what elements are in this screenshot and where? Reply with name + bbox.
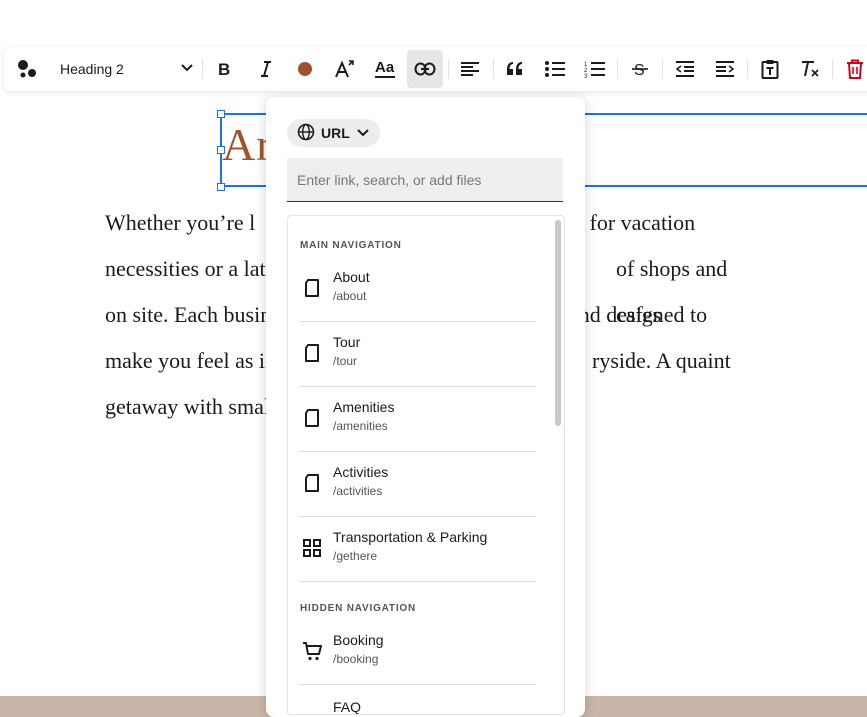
text-style-dropdown[interactable]: Heading 2 <box>52 54 194 84</box>
body-line-left: getaway with small <box>105 394 277 419</box>
italic-icon[interactable] <box>252 56 278 82</box>
numbered-list-icon[interactable]: 123 <box>582 56 608 82</box>
body-line-right: g for vacation <box>573 210 696 235</box>
section-label-hidden-navigation: HIDDEN NAVIGATION <box>300 603 417 614</box>
grid-icon <box>303 539 321 557</box>
strikethrough-icon[interactable]: S <box>627 56 653 82</box>
list-item-path: /amenities <box>333 419 388 433</box>
toolbar-divider <box>832 59 833 79</box>
list-item[interactable]: Transportation & Parking /gethere <box>300 517 536 582</box>
list-item-title: Activities <box>333 464 389 480</box>
body-line-left: on site. Each busine <box>105 302 281 327</box>
link-type-label: URL <box>321 125 350 141</box>
bold-icon[interactable]: B <box>211 56 237 82</box>
list-item-path: /gethere <box>333 549 378 563</box>
scrollbar[interactable] <box>555 220 561 426</box>
body-line-left: necessities or a late- <box>105 256 283 281</box>
list-item-title: Transportation & Parking <box>333 529 488 545</box>
font-size-icon[interactable] <box>332 56 358 82</box>
page-icon <box>305 409 319 427</box>
toolbar-divider <box>493 59 494 79</box>
chevron-down-icon <box>180 60 194 79</box>
list-item[interactable]: Tour /tour <box>300 322 536 387</box>
toolbar-divider <box>448 59 449 79</box>
toolbar-divider <box>747 59 748 79</box>
page-icon <box>305 474 319 492</box>
list-item-title: About <box>333 269 370 285</box>
page-icon <box>305 344 319 362</box>
blocks-menu-icon[interactable] <box>14 56 40 82</box>
bulleted-list-icon[interactable] <box>542 56 568 82</box>
chevron-down-icon <box>356 125 370 142</box>
body-line-right: ryside. A quaint <box>592 348 731 373</box>
svg-text:B: B <box>218 60 230 78</box>
svg-text:Aa: Aa <box>375 59 395 76</box>
svg-text:3: 3 <box>584 74 588 78</box>
text-format-icon[interactable]: Aa <box>372 56 398 82</box>
globe-icon <box>297 123 315 144</box>
cart-icon <box>303 642 322 661</box>
indent-icon[interactable] <box>712 56 738 82</box>
link-type-dropdown[interactable]: URL <box>287 119 380 147</box>
outdent-icon[interactable] <box>672 56 698 82</box>
toolbar-divider <box>617 59 618 79</box>
list-item-title: Booking <box>333 632 384 648</box>
toolbar-divider <box>202 59 203 79</box>
link-icon[interactable] <box>407 50 443 88</box>
text-style-label: Heading 2 <box>60 61 124 77</box>
list-item-title: Tour <box>333 334 361 350</box>
list-item[interactable]: About /about <box>300 257 536 322</box>
list-item[interactable]: FAQ <box>300 685 536 715</box>
list-item-path: /tour <box>333 354 358 368</box>
link-results-list[interactable]: MAIN NAVIGATION About /about Tour /tour … <box>287 215 565 715</box>
list-item-path: /about <box>333 289 367 303</box>
list-item-path: /activities <box>333 484 383 498</box>
body-line-left: make you feel as if y <box>105 348 289 373</box>
body-line-left: Whether you’re l <box>105 210 256 235</box>
editor-toolbar: Heading 2 B Aa 123 S <box>4 47 867 91</box>
resize-handle[interactable] <box>217 183 225 191</box>
align-left-icon[interactable] <box>457 56 483 82</box>
list-item-title: Amenities <box>333 399 395 415</box>
paste-plain-text-icon[interactable] <box>757 56 783 82</box>
quote-icon[interactable] <box>502 56 528 82</box>
link-popover: URL MAIN NAVIGATION About /about Tour /t… <box>266 97 585 717</box>
text-color-swatch[interactable] <box>292 56 318 82</box>
list-item[interactable]: Activities /activities <box>300 452 536 517</box>
clear-formatting-icon[interactable] <box>797 56 823 82</box>
toolbar-divider <box>662 59 663 79</box>
link-search-input[interactable] <box>287 158 563 202</box>
section-label-main-navigation: MAIN NAVIGATION <box>300 240 402 251</box>
body-line-right: and designed to <box>569 302 708 327</box>
heading-text[interactable]: Ar <box>222 118 273 171</box>
list-item[interactable]: Booking /booking <box>300 620 536 685</box>
list-item[interactable]: Amenities /amenities <box>300 387 536 452</box>
list-item-path: /booking <box>333 652 379 666</box>
list-item-title: FAQ <box>333 699 362 715</box>
delete-icon[interactable] <box>842 56 867 82</box>
page-icon <box>305 279 319 297</box>
svg-text:S: S <box>634 62 645 78</box>
resize-handle[interactable] <box>217 110 225 118</box>
